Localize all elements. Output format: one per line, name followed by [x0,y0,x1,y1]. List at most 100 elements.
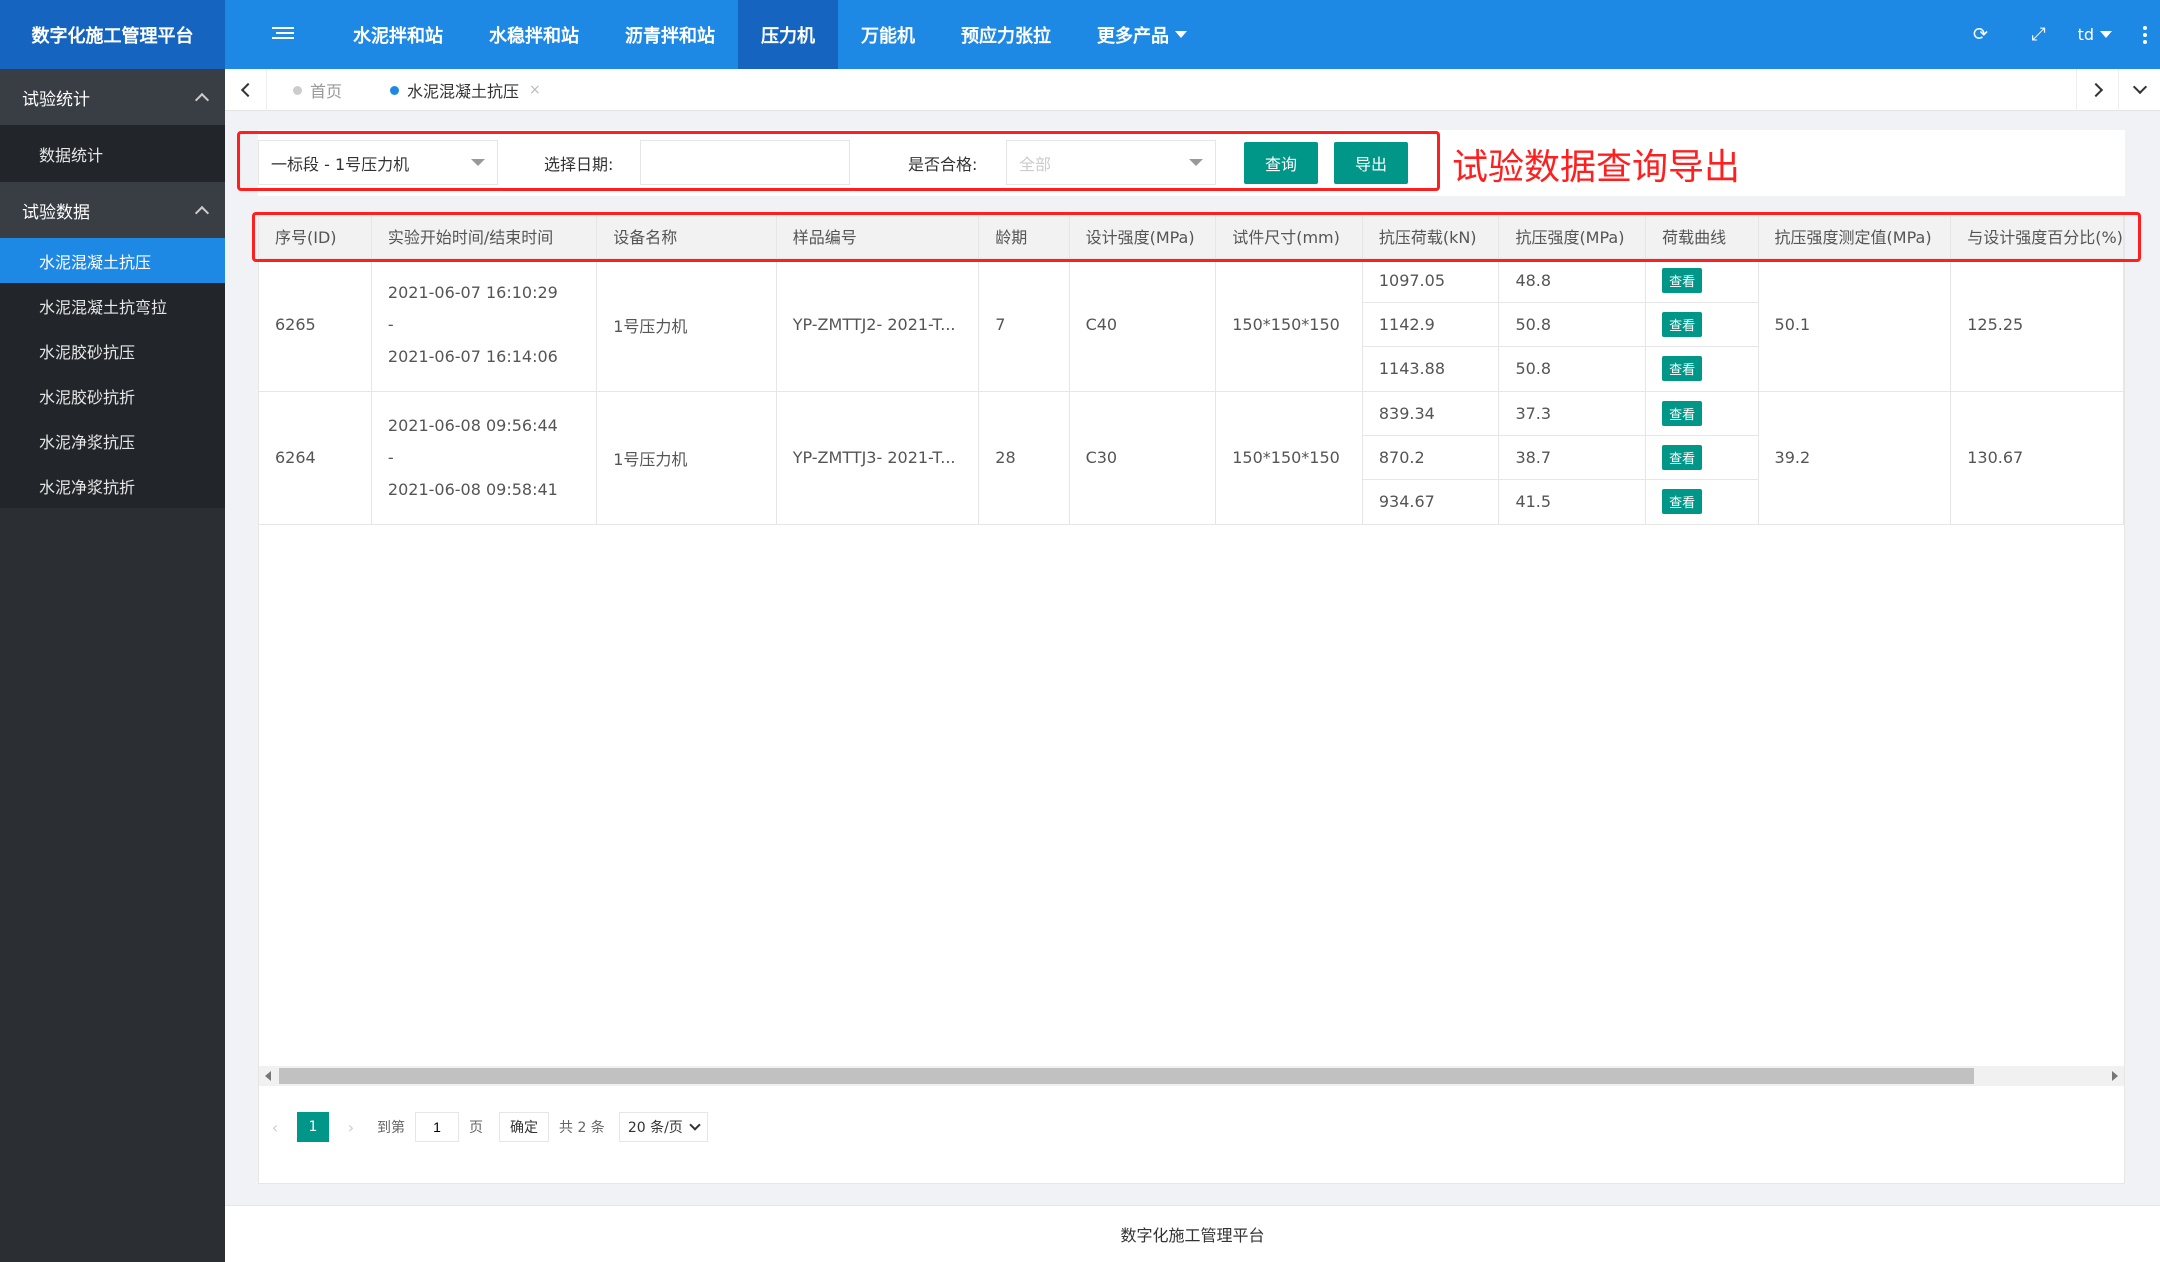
cell-design-strength: C30 [1069,391,1217,525]
cell-size: 150*150*150 [1215,391,1363,525]
scrollbar-thumb[interactable] [279,1068,1974,1084]
sidebar-item-paste-flexural[interactable]: 水泥净浆抗折 [0,463,225,508]
annotation-text: 试验数据查询导出 [1452,147,1741,188]
strength-value: 50.8 [1515,359,1552,378]
load-value: 839.34 [1362,392,1498,436]
load-curve-row: 查看 [1646,259,1758,303]
nav-more-products[interactable]: 更多产品 [1074,0,1210,69]
app-title: 数字化施工管理平台 [0,0,225,69]
cell-measured: 39.2 [1758,391,1952,525]
tab-scroll-right-icon[interactable] [2076,69,2118,111]
top-nav: 水泥拌和站 水稳拌和站 沥青拌和站 压力机 万能机 预应力张拉 更多产品 [330,0,1210,69]
strength-value: 38.7 [1499,436,1645,480]
table-row[interactable]: 6264 2021-06-08 09:56:44 - 2021-06-08 09… [259,391,2124,525]
caret-down-icon [2100,31,2112,38]
view-curve-button[interactable]: 查看 [1662,489,1703,514]
page-number-current[interactable]: 1 [297,1112,329,1142]
tab-home[interactable]: 首页 [293,69,342,111]
nav-universal-machine[interactable]: 万能机 [838,0,938,69]
sidebar-item-data-stats[interactable]: 数据统计 [0,125,225,182]
data-table-container: 序号(ID) 实验开始时间/结束时间 设备名称 样品编号 龄期 设计强度(MPa… [258,214,2125,1184]
tab-bar: 首页 水泥混凝土抗压 × [225,69,2160,111]
goto-label: 到第 [377,1120,405,1136]
tab-label: 水泥混凝土抗压 [407,82,520,101]
cell-loads: 1097.05 1142.9 1143.88 [1362,258,1500,392]
chevron-up-icon [194,205,210,221]
prev-page-icon[interactable]: ‹ [259,1112,291,1142]
chevron-up-icon [194,92,210,108]
pagination: ‹ 1 › 到第 页 确定 共 2 条 20 条/页 [259,1097,708,1157]
sidebar-item-concrete-flexural[interactable]: 水泥混凝土抗弯拉 [0,283,225,328]
refresh-icon[interactable]: ⟳ [1952,0,2010,69]
page-size-select[interactable]: 20 条/页 [618,1112,708,1142]
tab-scroll-left-icon[interactable] [225,69,267,111]
load-value: 934.67 [1378,492,1435,511]
cell-load-curve: 查看 查看 查看 [1645,258,1759,392]
view-curve-button[interactable]: 查看 [1662,400,1703,426]
start-time: 2021-06-08 09:56:44 [387,415,558,435]
cell-time: 2021-06-07 16:10:29 - 2021-06-07 16:14:0… [371,258,598,392]
cell-time: 2021-06-08 09:56:44 - 2021-06-08 09:58:4… [371,391,598,525]
nav-cement-mixing[interactable]: 水泥拌和站 [330,0,466,69]
load-value: 1143.88 [1378,359,1445,378]
sidebar-item-concrete-compression[interactable]: 水泥混凝土抗压 [0,238,225,283]
next-page-icon[interactable]: › [335,1112,367,1142]
strength-value: 41.5 [1515,492,1552,511]
tab-concrete-compression[interactable]: 水泥混凝土抗压 × [390,69,541,111]
sidebar-group-test-data[interactable]: 试验数据 [0,182,225,238]
tab-label: 首页 [310,82,343,101]
table-row[interactable]: 6265 2021-06-07 16:10:29 - 2021-06-07 16… [259,258,2124,392]
view-curve-button[interactable]: 查看 [1662,267,1703,293]
cell-age: 7 [978,258,1070,392]
cell-id: 6265 [259,258,372,392]
fullscreen-icon[interactable]: ⤢ [2010,0,2068,69]
cell-percent: 130.67 [1950,391,2124,525]
sidebar-group-stats[interactable]: 试验统计 [0,69,225,125]
sidebar-item-mortar-flexural[interactable]: 水泥胶砂抗折 [0,373,225,418]
chevron-down-icon [689,1119,701,1131]
sidebar-item-paste-compression[interactable]: 水泥净浆抗压 [0,418,225,463]
load-value: 1142.9 [1362,303,1498,347]
goto-page-input[interactable] [415,1112,459,1142]
more-options-icon[interactable] [2130,25,2160,44]
menu-toggle-icon[interactable] [268,24,298,46]
view-curve-button[interactable]: 查看 [1662,311,1703,337]
cell-size: 150*150*150 [1215,258,1363,392]
cell-percent: 125.25 [1950,258,2124,392]
nav-asphalt-mixing[interactable]: 沥青拌和站 [602,0,738,69]
goto-confirm-button[interactable]: 确定 [499,1112,549,1142]
top-header: 数字化施工管理平台 水泥拌和站 水稳拌和站 沥青拌和站 压力机 万能机 预应力张… [0,0,2160,69]
header-tools: ⟳ ⤢ td [1952,0,2160,69]
sidebar-group-label: 试验统计 [22,89,90,110]
cell-device: 1号压力机 [596,258,777,392]
cell-loads: 839.34 870.2 934.67 [1362,391,1500,525]
user-menu[interactable]: td [2068,25,2130,44]
time-separator: - [387,447,394,467]
close-icon[interactable]: × [529,82,541,98]
horizontal-scrollbar[interactable] [259,1066,2124,1086]
scroll-left-arrow-icon[interactable] [265,1071,271,1081]
nav-stabilized-mixing[interactable]: 水稳拌和站 [466,0,602,69]
cell-strengths: 48.8 50.8 50.8 [1498,258,1647,392]
cell-measured: 50.1 [1758,258,1952,392]
sidebar-item-mortar-compression[interactable]: 水泥胶砂抗压 [0,328,225,373]
tab-menu-chevron-down-icon[interactable] [2118,69,2160,111]
cell-design-strength: C40 [1069,258,1217,392]
load-value: 1097.05 [1362,259,1498,303]
nav-press-machine[interactable]: 压力机 [738,0,838,69]
load-curve-row: 查看 [1646,347,1757,391]
nav-prestress[interactable]: 预应力张拉 [938,0,1074,69]
caret-down-icon [1175,31,1187,38]
filter-highlight-box [237,131,1440,191]
view-curve-button[interactable]: 查看 [1662,356,1703,381]
view-curve-button[interactable]: 查看 [1662,444,1703,470]
cell-age: 28 [978,391,1070,525]
total-count: 共 2 条 [559,1120,605,1136]
cell-load-curve: 查看 查看 查看 [1645,391,1759,525]
load-curve-row: 查看 [1646,436,1758,480]
load-curve-row: 查看 [1646,480,1757,524]
page-size-value: 20 条/页 [627,1120,683,1136]
start-time: 2021-06-07 16:10:29 [387,282,558,302]
strength-value: 37.3 [1499,392,1645,436]
scroll-right-arrow-icon[interactable] [2112,1071,2118,1081]
